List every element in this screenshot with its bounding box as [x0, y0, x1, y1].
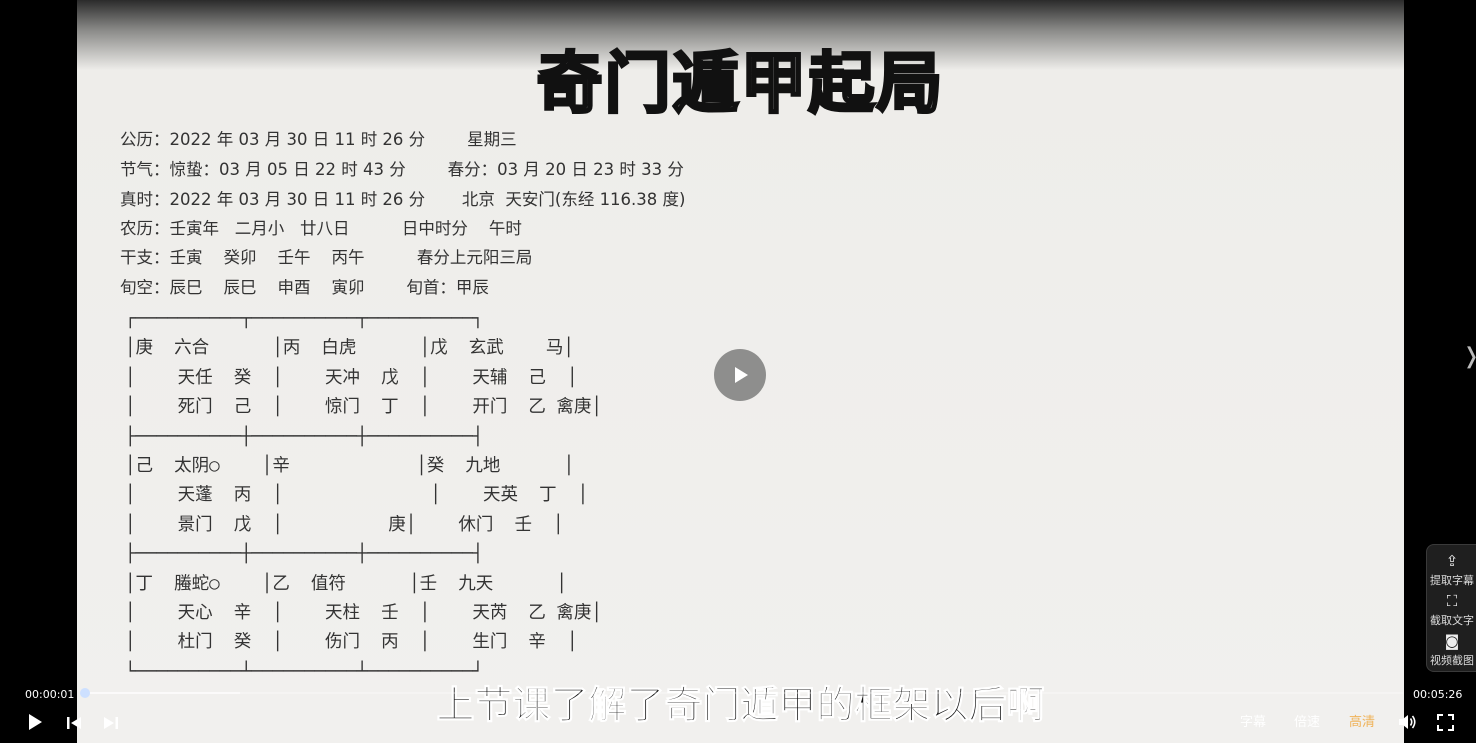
previous-icon[interactable] — [66, 715, 82, 731]
center-play-button[interactable] — [714, 349, 766, 401]
fullscreen-icon[interactable] — [1437, 714, 1454, 731]
export-icon: ⇪ — [1445, 552, 1459, 570]
volume-icon[interactable] — [1397, 713, 1417, 731]
info-line-solar-term: 节气：惊蛰：03 月 05 日 22 时 43 分 春分：03 月 20 日 2… — [120, 160, 684, 179]
total-time: 00:05:26 — [1413, 688, 1463, 701]
progress-buffered — [81, 692, 240, 694]
info-line-lunar: 农历：壬寅年 二月小 廿八日 日中时分 午时 — [120, 219, 522, 238]
side-tool-panel: ⇪ 提取字幕 ⛶ 截取文字 ◙ 视频截图 — [1426, 544, 1476, 672]
video-screenshot-label: 视频截图 — [1430, 654, 1474, 667]
info-line-xunkong: 旬空：辰巳 辰巳 申酉 寅卯 旬首：甲辰 — [120, 278, 489, 297]
extract-subtitle-label: 提取字幕 — [1430, 574, 1474, 587]
speed-button[interactable]: 倍速 — [1294, 711, 1320, 730]
capture-text-button[interactable]: ⛶ 截取文字 — [1427, 593, 1476, 628]
next-icon[interactable] — [103, 715, 119, 731]
subtitle-button[interactable]: 字幕 — [1240, 711, 1266, 730]
qimen-chart-grid: ┌──────────┬──────────┬──────────┐ │庚 六合… — [125, 309, 602, 682]
info-line-ganzhi: 干支：壬寅 癸卯 壬午 丙午 春分上元阳三局 — [120, 248, 533, 267]
extract-subtitle-button[interactable]: ⇪ 提取字幕 — [1427, 553, 1476, 588]
video-title-overlay: 奇门遁甲起局 — [535, 44, 945, 124]
video-screenshot-button[interactable]: ◙ 视频截图 — [1427, 633, 1476, 668]
scan-icon: ⛶ — [1446, 592, 1458, 610]
info-line-solar: 公历：2022 年 03 月 30 日 11 时 26 分 星期三 — [120, 130, 517, 149]
play-icon[interactable] — [29, 714, 42, 730]
quality-button[interactable]: 高清 — [1349, 711, 1375, 730]
progress-bar[interactable] — [79, 688, 1403, 698]
camera-icon: ◙ — [1444, 632, 1460, 650]
progress-thumb[interactable] — [79, 688, 90, 698]
current-time: 00:00:01 — [25, 688, 75, 701]
side-expand-icon[interactable]: ❭ — [1462, 344, 1476, 369]
capture-text-label: 截取文字 — [1430, 614, 1474, 627]
info-line-true-time: 真时：2022 年 03 月 30 日 11 时 26 分 北京 天安门(东经 … — [120, 190, 686, 209]
video-subtitle: 上节课了解了奇门遁甲的框架以后啊 — [436, 683, 1045, 728]
